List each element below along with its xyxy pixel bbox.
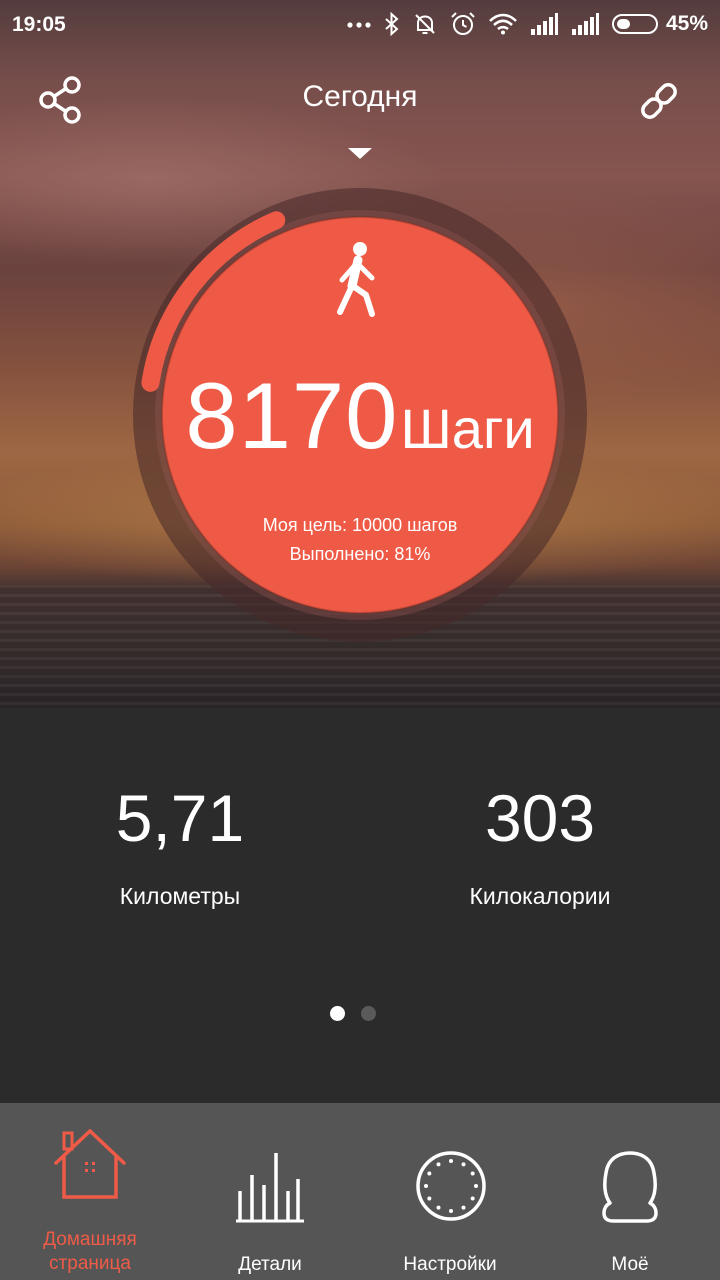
calories-label: Килокалории	[469, 883, 611, 909]
battery-fill	[616, 19, 630, 29]
dial-dot	[427, 1196, 432, 1201]
steps-counter: 8170Шаги	[170, 362, 550, 470]
tab-mine[interactable]: Моё	[540, 1103, 720, 1280]
tab-settings[interactable]: Настройки	[360, 1103, 540, 1280]
dial-dot	[461, 1162, 466, 1167]
dial-dot	[427, 1171, 432, 1176]
dial-dot	[474, 1184, 478, 1188]
steps-goal: Моя цель: 10000 шагов	[262, 515, 458, 535]
battery-percent: 45%	[665, 12, 708, 35]
dial-dot	[449, 1209, 453, 1213]
distance-value: 5,71	[115, 781, 245, 855]
steps-value: 8170	[185, 363, 399, 468]
battery-icon	[611, 14, 658, 34]
tab-mine-label: Моё	[611, 1254, 649, 1275]
more-dots-icon	[347, 22, 371, 28]
notifications-off-icon	[415, 14, 435, 34]
steps-unit: Шаги	[400, 397, 535, 460]
signal-icon	[571, 13, 599, 35]
watch-dial-icon	[416, 1151, 486, 1221]
status-icons: 45%	[347, 10, 708, 38]
tab-home[interactable]: Домашняя страница	[0, 1103, 180, 1280]
status-time: 19:05	[12, 13, 66, 36]
dial-dot	[470, 1196, 475, 1201]
tab-details-label: Детали	[238, 1254, 302, 1275]
home-icon	[54, 1129, 126, 1199]
wifi-icon	[489, 13, 517, 35]
battery-indicator: 45%	[611, 12, 708, 36]
tab-settings-label: Настройки	[403, 1254, 497, 1275]
tab-home-label-line2: страница	[49, 1253, 131, 1274]
steps-completed: Выполнено: 81%	[289, 544, 431, 564]
dial-dot	[449, 1159, 453, 1163]
profile-icon	[602, 1151, 658, 1223]
calories-value: 303	[484, 781, 596, 855]
tab-home-label-line1: Домашняя	[43, 1229, 137, 1250]
page-indicator-dot[interactable]	[361, 1006, 376, 1021]
dial-dot	[436, 1162, 441, 1167]
bluetooth-icon	[385, 12, 399, 36]
bar-chart-icon	[236, 1153, 304, 1223]
caret-down-icon[interactable]	[348, 148, 372, 159]
status-bar: 19:05 45%	[0, 0, 720, 48]
tab-details[interactable]: Детали	[180, 1103, 360, 1280]
dial-dot	[424, 1184, 428, 1188]
dial-dot	[436, 1205, 441, 1210]
bottom-tab-bar: Домашняя страница Детали Настройки Моё	[0, 1103, 720, 1280]
alarm-icon	[451, 12, 475, 35]
dial-dot	[461, 1205, 466, 1210]
dial-dot	[470, 1171, 475, 1176]
walking-person-icon	[337, 242, 375, 317]
link-icon[interactable]	[636, 78, 682, 124]
page-indicator-dot-active[interactable]	[330, 1006, 345, 1021]
distance-label: Километры	[119, 883, 241, 909]
signal-icon	[530, 13, 558, 35]
page-title[interactable]: Сегодня	[0, 80, 720, 114]
